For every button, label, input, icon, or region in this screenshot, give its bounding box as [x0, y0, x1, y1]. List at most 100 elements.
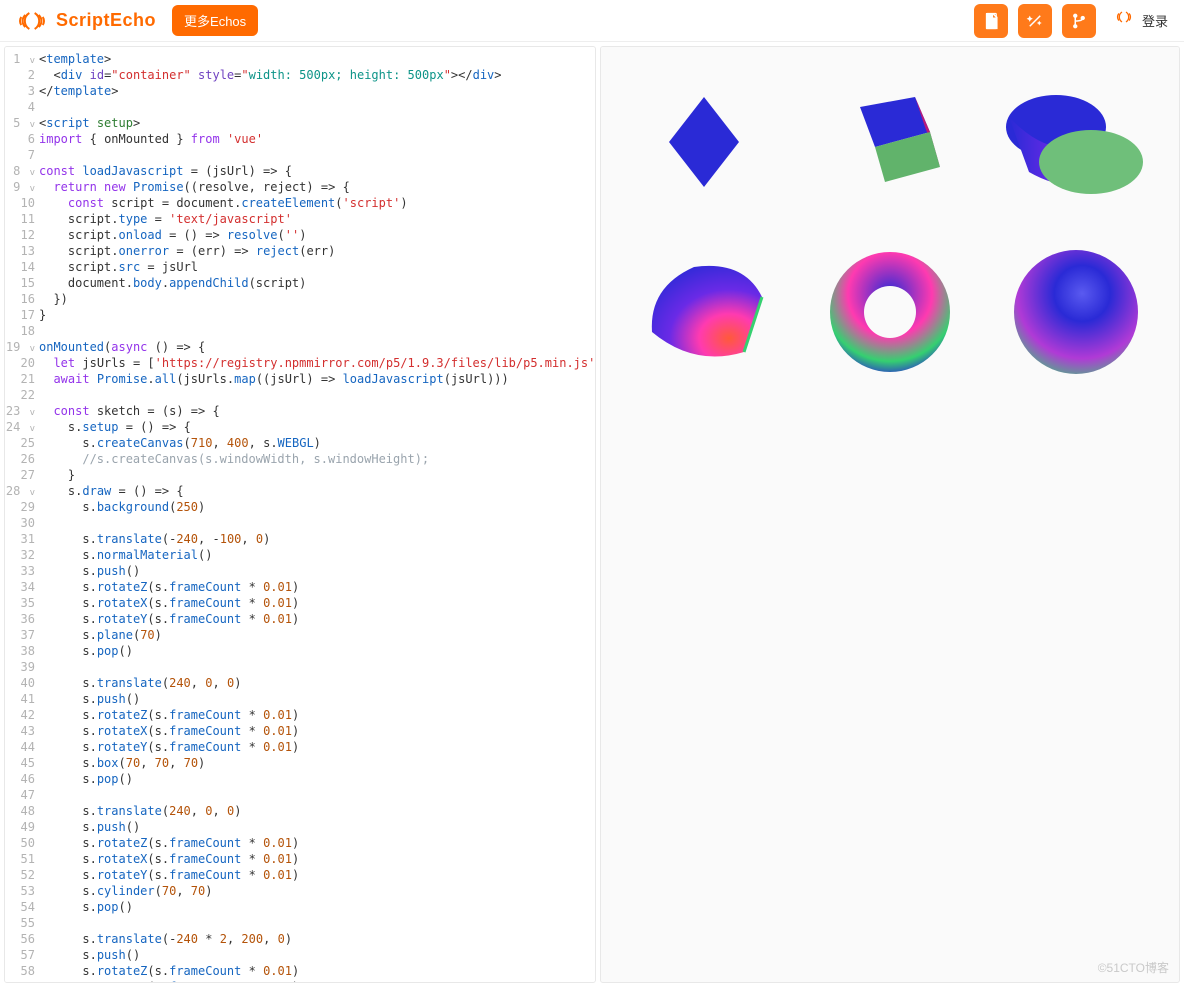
code-line[interactable]: s.push()	[39, 691, 595, 707]
code-line[interactable]: s.push()	[39, 947, 595, 963]
line-number: 19 v	[5, 339, 39, 355]
line-number: 49	[5, 819, 39, 835]
brand[interactable]: ScriptEcho	[16, 10, 156, 32]
line-number: 42	[5, 707, 39, 723]
code-line[interactable]: script.type = 'text/javascript'	[39, 211, 595, 227]
code-line[interactable]: s.pop()	[39, 899, 595, 915]
code-line[interactable]: s.background(250)	[39, 499, 595, 515]
shape-cone	[611, 227, 797, 397]
code-line[interactable]: s.pop()	[39, 643, 595, 659]
line-number: 51	[5, 851, 39, 867]
line-number: 34	[5, 579, 39, 595]
preview-pane: ©51CTO博客	[600, 46, 1180, 983]
code-line[interactable]: return new Promise((resolve, reject) => …	[39, 179, 595, 195]
login-button[interactable]: 登录	[1112, 9, 1168, 33]
line-number: 35	[5, 595, 39, 611]
code-line[interactable]: let jsUrls = ['https://registry.npmmirro…	[39, 355, 595, 371]
magic-wand-button[interactable]	[1018, 4, 1052, 38]
code-body[interactable]: <template> <div id="container" style="wi…	[39, 47, 595, 982]
code-line[interactable]: s.rotateY(s.frameCount * 0.01)	[39, 611, 595, 627]
code-line[interactable]	[39, 515, 595, 531]
code-line[interactable]: s.push()	[39, 819, 595, 835]
line-number: 9 v	[5, 179, 39, 195]
code-line[interactable]	[39, 915, 595, 931]
code-line[interactable]: }	[39, 467, 595, 483]
line-number: 46	[5, 771, 39, 787]
code-line[interactable]: s.rotateZ(s.frameCount * 0.01)	[39, 579, 595, 595]
code-line[interactable]: <template>	[39, 51, 595, 67]
code-line[interactable]: s.translate(240, 0, 0)	[39, 803, 595, 819]
code-line[interactable]: s.translate(-240, -100, 0)	[39, 531, 595, 547]
code-line[interactable]: <script setup>	[39, 115, 595, 131]
line-number: 4	[5, 99, 39, 115]
line-number: 28 v	[5, 483, 39, 499]
code-line[interactable]	[39, 323, 595, 339]
code-line[interactable]: import { onMounted } from 'vue'	[39, 131, 595, 147]
watermark: ©51CTO博客	[1098, 959, 1169, 976]
code-line[interactable]: s.cylinder(70, 70)	[39, 883, 595, 899]
line-number: 14	[5, 259, 39, 275]
code-line[interactable]: s.rotateX(s.frameCount * 0.01)	[39, 723, 595, 739]
code-line[interactable]: s.rotateY(s.frameCount * 0.01)	[39, 867, 595, 883]
code-line[interactable]: const script = document.createElement('s…	[39, 195, 595, 211]
line-number: 39	[5, 659, 39, 675]
code-line[interactable]: })	[39, 291, 595, 307]
line-number: 40	[5, 675, 39, 691]
code-line[interactable]: onMounted(async () => {	[39, 339, 595, 355]
code-line[interactable]	[39, 787, 595, 803]
line-number: 11	[5, 211, 39, 227]
code-line[interactable]: s.rotateX(s.frameCount * 0.01)	[39, 595, 595, 611]
code-line[interactable]: script.onerror = (err) => reject(err)	[39, 243, 595, 259]
code-line[interactable]	[39, 387, 595, 403]
line-number: 10	[5, 195, 39, 211]
line-number: 58	[5, 963, 39, 979]
more-echos-button[interactable]: 更多Echos	[172, 5, 258, 36]
code-line[interactable]: script.onload = () => resolve('')	[39, 227, 595, 243]
line-number: 50	[5, 835, 39, 851]
line-number: 44	[5, 739, 39, 755]
code-line[interactable]: </template>	[39, 83, 595, 99]
line-number: 26	[5, 451, 39, 467]
code-line[interactable]: s.rotateZ(s.frameCount * 0.01)	[39, 707, 595, 723]
new-document-button[interactable]	[974, 4, 1008, 38]
line-number: 3	[5, 83, 39, 99]
code-line[interactable]: s.rotateZ(s.frameCount * 0.01)	[39, 963, 595, 979]
code-line[interactable]	[39, 99, 595, 115]
main: 1 v2345 v678 v9 v10111213141516171819 v2…	[0, 42, 1184, 987]
code-line[interactable]: await Promise.all(jsUrls.map((jsUrl) => …	[39, 371, 595, 387]
code-line[interactable]: const sketch = (s) => {	[39, 403, 595, 419]
code-line[interactable]: s.box(70, 70, 70)	[39, 755, 595, 771]
code-line[interactable]: s.plane(70)	[39, 627, 595, 643]
code-scroll[interactable]: 1 v2345 v678 v9 v10111213141516171819 v2…	[5, 47, 595, 982]
code-line[interactable]: //s.createCanvas(s.windowWidth, s.window…	[39, 451, 595, 467]
code-line[interactable]	[39, 147, 595, 163]
login-icon	[1112, 9, 1136, 33]
code-line[interactable]: s.rotateX(s.frameCount * 0.01)	[39, 979, 595, 982]
code-line[interactable]: document.body.appendChild(script)	[39, 275, 595, 291]
code-line[interactable]: s.rotateZ(s.frameCount * 0.01)	[39, 835, 595, 851]
code-line[interactable]: s.push()	[39, 563, 595, 579]
code-line[interactable]: }	[39, 307, 595, 323]
code-line[interactable]: s.rotateX(s.frameCount * 0.01)	[39, 851, 595, 867]
code-line[interactable]: const loadJavascript = (jsUrl) => {	[39, 163, 595, 179]
code-line[interactable]: s.pop()	[39, 771, 595, 787]
line-number: 52	[5, 867, 39, 883]
code-line[interactable]	[39, 659, 595, 675]
line-number: 53	[5, 883, 39, 899]
code-line[interactable]: s.createCanvas(710, 400, s.WEBGL)	[39, 435, 595, 451]
line-number: 55	[5, 915, 39, 931]
shape-cylinder	[983, 57, 1169, 227]
code-line[interactable]: script.src = jsUrl	[39, 259, 595, 275]
code-pane[interactable]: 1 v2345 v678 v9 v10111213141516171819 v2…	[4, 46, 596, 983]
line-number: 15	[5, 275, 39, 291]
code-line[interactable]: s.setup = () => {	[39, 419, 595, 435]
login-label: 登录	[1142, 11, 1168, 30]
code-line[interactable]: s.rotateY(s.frameCount * 0.01)	[39, 739, 595, 755]
code-line[interactable]: s.translate(240, 0, 0)	[39, 675, 595, 691]
branch-button[interactable]	[1062, 4, 1096, 38]
code-line[interactable]: s.translate(-240 * 2, 200, 0)	[39, 931, 595, 947]
code-line[interactable]: s.draw = () => {	[39, 483, 595, 499]
code-line[interactable]: s.normalMaterial()	[39, 547, 595, 563]
line-number: 20	[5, 355, 39, 371]
code-line[interactable]: <div id="container" style="width: 500px;…	[39, 67, 595, 83]
